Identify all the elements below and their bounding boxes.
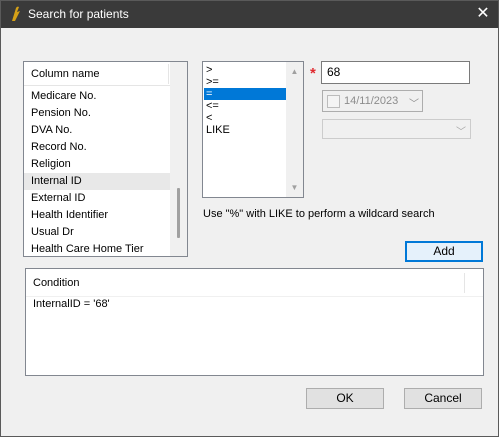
chevron-down-icon[interactable]: ﹀ xyxy=(409,95,419,110)
column-name-list[interactable]: Column name Medicare No. Pension No. DVA… xyxy=(23,61,188,257)
list-item[interactable]: Health Identifier xyxy=(24,207,172,224)
list-item[interactable]: Record No. xyxy=(24,139,172,156)
operator-item[interactable]: >= xyxy=(204,76,286,88)
wildcard-hint: Use "%" with LIKE to perform a wildcard … xyxy=(203,208,435,220)
list-item[interactable]: Medicare No. xyxy=(24,88,172,105)
window-title: Search for patients xyxy=(28,7,129,21)
date-picker[interactable]: 14/11/2023 ﹀ xyxy=(322,90,423,112)
list-item[interactable]: DVA No. xyxy=(24,122,172,139)
close-icon[interactable]: ✕ xyxy=(468,1,498,28)
date-value: 14/11/2023 xyxy=(344,95,399,107)
ok-button[interactable]: OK xyxy=(306,388,384,409)
list-item[interactable]: External ID xyxy=(24,190,172,207)
column-list-scrollbar[interactable] xyxy=(170,62,187,256)
secondary-value-dropdown[interactable]: ﹀ xyxy=(322,119,471,139)
condition-list[interactable]: Condition InternalID = '68' xyxy=(25,268,484,376)
add-button[interactable]: Add xyxy=(405,241,483,262)
operator-list-scrollbar[interactable]: ▲ ▼ xyxy=(286,62,303,197)
header-divider xyxy=(464,273,465,293)
scroll-down-icon[interactable]: ▼ xyxy=(286,180,303,195)
header-divider xyxy=(168,64,169,84)
list-item[interactable]: Pension No. xyxy=(24,105,172,122)
operator-item[interactable]: LIKE xyxy=(204,124,286,136)
search-dialog: Search for patients ✕ Column name Medica… xyxy=(0,0,499,437)
required-indicator: * xyxy=(310,65,316,82)
operator-item[interactable]: <= xyxy=(204,100,286,112)
operator-item[interactable]: < xyxy=(204,112,286,124)
list-item[interactable]: Health Care Home Tier xyxy=(24,241,172,256)
operator-item[interactable]: > xyxy=(204,64,286,76)
condition-row[interactable]: InternalID = '68' xyxy=(33,298,110,310)
list-item-internal-id[interactable]: Internal ID xyxy=(24,173,172,190)
operator-item-selected[interactable]: = xyxy=(204,88,286,100)
scrollbar-thumb[interactable] xyxy=(177,188,180,238)
value-input[interactable]: 68 xyxy=(321,61,470,84)
scroll-up-icon[interactable]: ▲ xyxy=(286,64,303,79)
column-name-header: Column name xyxy=(24,62,170,86)
date-enable-checkbox[interactable] xyxy=(327,95,340,108)
list-item[interactable]: Religion xyxy=(24,156,172,173)
operator-list[interactable]: > >= = <= < LIKE ▲ ▼ xyxy=(202,61,304,198)
title-bar: Search for patients ✕ xyxy=(1,1,498,28)
app-logo-icon xyxy=(12,6,20,22)
list-item[interactable]: Usual Dr xyxy=(24,224,172,241)
cancel-button[interactable]: Cancel xyxy=(404,388,482,409)
chevron-down-icon[interactable]: ﹀ xyxy=(456,123,466,138)
condition-header: Condition xyxy=(26,269,483,297)
